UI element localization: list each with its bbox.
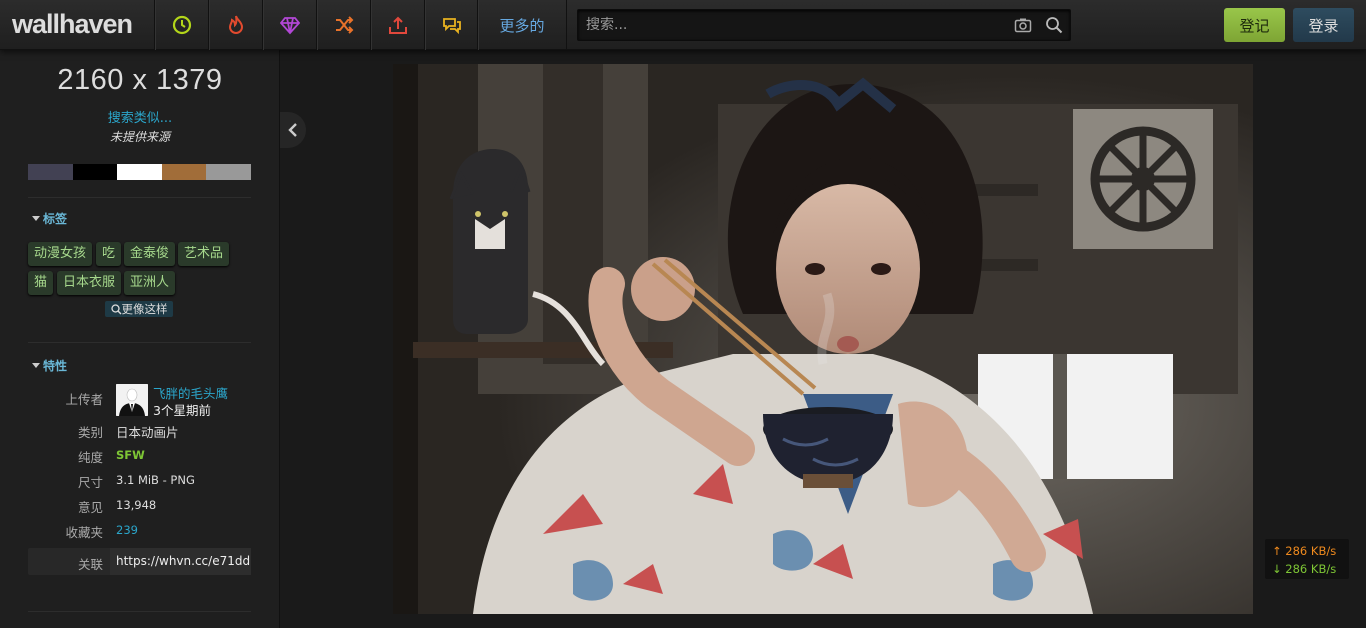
gem-icon [279, 17, 300, 35]
category-label: 类别 [77, 425, 103, 440]
collapse-sidebar-button[interactable] [280, 112, 306, 148]
upload-speed: ↑ 286 KB/s [1272, 544, 1337, 558]
top-navbar: wallhaven 更多的 登记 登录 [0, 0, 1366, 50]
uploader-label: 上传者 [65, 392, 103, 407]
tag-item[interactable]: 动漫女孩 [28, 242, 93, 266]
chevron-left-icon [288, 123, 297, 137]
tag-item[interactable]: 日本衣服 [57, 271, 122, 295]
link-label: 关联 [77, 557, 103, 572]
color-palette [28, 164, 251, 180]
more-menu-button[interactable]: 更多的 [477, 0, 567, 50]
search-input[interactable] [578, 10, 1008, 40]
tag-item[interactable]: 吃 [96, 242, 122, 266]
divider [28, 197, 251, 198]
favorites-value[interactable]: 239 [116, 523, 138, 537]
purity-value: SFW [116, 448, 145, 462]
tag-item[interactable]: 金泰俊 [124, 242, 176, 266]
tag-item[interactable]: 猫 [28, 271, 54, 295]
random-nav-button[interactable] [316, 0, 370, 50]
download-speed: ↓ 286 KB/s [1272, 562, 1337, 576]
wallpaper-artwork [393, 64, 1253, 614]
size-value: 3.1 MiB - PNG [116, 473, 195, 487]
shuffle-icon [335, 16, 353, 34]
register-button[interactable]: 登记 [1224, 8, 1285, 42]
source-note: 未提供来源 [109, 130, 170, 144]
search-icon [110, 303, 121, 314]
size-label: 尺寸 [77, 475, 103, 490]
login-button[interactable]: 登录 [1293, 8, 1354, 42]
tag-item[interactable]: 亚洲人 [124, 271, 176, 295]
site-logo[interactable]: wallhaven [12, 9, 133, 40]
forums-nav-button[interactable] [424, 0, 478, 50]
search-icon[interactable] [1045, 16, 1063, 34]
network-speed-widget: ↑ 286 KB/s ↓ 286 KB/s [1265, 539, 1349, 579]
tag-item[interactable]: 艺术品 [178, 242, 230, 266]
divider [28, 342, 251, 343]
favorites-label: 收藏夹 [65, 525, 103, 540]
avatar[interactable] [116, 384, 148, 416]
more-like-this-button[interactable]: 更像这样 [105, 301, 173, 317]
category-value: 日本动画片 [116, 425, 179, 440]
wallpaper-image[interactable] [393, 64, 1253, 614]
search-bar [577, 9, 1071, 41]
upload-time: 3个星期前 [153, 403, 211, 418]
properties-section-toggle[interactable]: 特性 [32, 357, 67, 374]
upload-icon [388, 16, 407, 34]
palette-swatch[interactable] [161, 164, 207, 180]
search-similar-link[interactable]: 搜索类似... [0, 107, 280, 126]
divider [28, 611, 251, 612]
chat-icon [442, 18, 461, 35]
more-like-this-label: 更像这样 [121, 302, 168, 316]
camera-icon[interactable] [1014, 16, 1032, 34]
palette-swatch[interactable] [72, 164, 118, 180]
purity-label: 纯度 [77, 450, 103, 465]
palette-swatch[interactable] [206, 164, 251, 180]
views-value: 13,948 [116, 498, 157, 512]
resolution-title[interactable]: 2160 x 1379 [0, 64, 280, 97]
hot-nav-button[interactable] [208, 0, 262, 50]
tags-section-toggle[interactable]: 标签 [32, 210, 67, 227]
clock-icon [172, 15, 191, 35]
palette-swatch[interactable] [28, 164, 73, 180]
avatar-image [116, 384, 148, 416]
toplist-nav-button[interactable] [262, 0, 316, 50]
latest-nav-button[interactable] [154, 0, 208, 50]
views-label: 意见 [77, 500, 103, 515]
upload-nav-button[interactable] [370, 0, 424, 50]
wallpaper-info-sidebar: 2160 x 1379 搜索类似... 未提供来源 标签 动漫女孩 吃 金泰俊 … [0, 50, 280, 628]
palette-swatch[interactable] [117, 164, 162, 180]
flame-icon [228, 15, 243, 34]
short-link-field[interactable]: https://whvn.cc/e71ddk [110, 548, 251, 575]
